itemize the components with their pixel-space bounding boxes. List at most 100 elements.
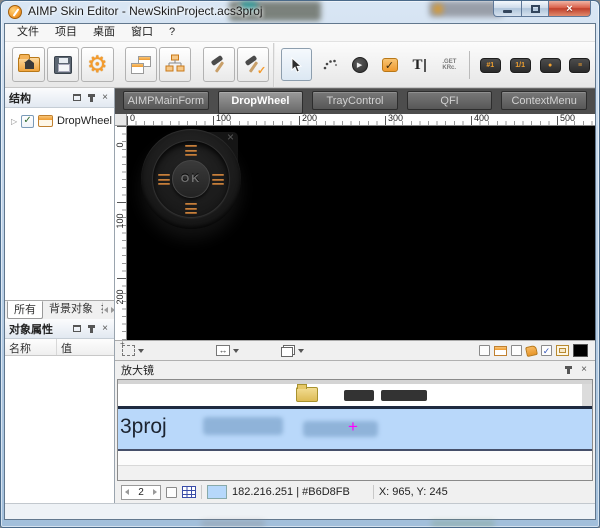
wheel-close-icon[interactable]: × — [227, 130, 234, 144]
tab-scroll-left-icon[interactable] — [104, 307, 108, 313]
close-button[interactable]: × — [549, 1, 591, 17]
build-run-button[interactable]: ✓ — [237, 47, 269, 82]
rotate-tool-button[interactable] — [318, 52, 342, 78]
design-canvas[interactable]: OK × — [127, 126, 595, 340]
settings-button[interactable]: ⚙ — [81, 47, 113, 82]
background-color-swatch[interactable] — [573, 344, 588, 357]
build-button[interactable] — [203, 47, 235, 82]
panel-pin-button[interactable] — [563, 366, 573, 375]
window-overlay-icon — [494, 346, 507, 356]
wheel-marker-down[interactable] — [185, 203, 197, 214]
column-value[interactable]: 值 — [57, 339, 76, 355]
titlebar[interactable]: AIMP Skin Editor - NewSkinProject.acs3pr… — [1, 1, 599, 23]
checkbox-tool-button[interactable]: ✓ — [378, 52, 402, 78]
wheel-ok-button[interactable]: OK — [172, 160, 210, 198]
windows-button[interactable] — [125, 47, 157, 82]
horizontal-ruler-row: 0 100 200 300 400 500 — [115, 114, 595, 126]
dropdown-caret-icon[interactable] — [298, 349, 304, 353]
form-icon — [38, 115, 53, 127]
tab-contextmenu[interactable]: ContextMenu — [501, 91, 587, 110]
ruler-corner — [115, 114, 127, 126]
close-icon: × — [102, 324, 108, 334]
menu-help[interactable]: ? — [161, 24, 183, 41]
tab-all[interactable]: 所有 — [7, 301, 43, 319]
panel-pin-button[interactable] — [86, 93, 96, 102]
tab-scroll-right-icon[interactable] — [111, 307, 114, 313]
zoom-level-spinner[interactable]: 2 — [121, 485, 161, 500]
panel-pin-button[interactable] — [86, 324, 96, 333]
canvas-toolstrip: ↔ ✓ — [115, 340, 595, 360]
magnified-empty-row — [118, 451, 592, 466]
tab-background-objects[interactable]: 背景对象 — [43, 301, 99, 319]
gear-icon: ⚙ — [87, 53, 108, 76]
menu-desktop[interactable]: 桌面 — [85, 24, 123, 41]
menu-window[interactable]: 窗口 — [123, 24, 161, 41]
panel-float-button[interactable] — [72, 324, 82, 333]
properties-column-headers: 名称 值 — [5, 339, 114, 356]
panel-close-button[interactable]: × — [100, 93, 110, 102]
magnified-scrollbar-edge — [582, 384, 592, 406]
grid-checkbox[interactable] — [166, 487, 177, 498]
display-element-button-4[interactable]: ≡ — [568, 52, 592, 78]
tree-item-checkbox[interactable]: ✓ — [21, 115, 34, 128]
ruler-label: 400 — [474, 114, 489, 123]
tab-dropwheel[interactable]: DropWheel — [218, 91, 304, 114]
close-icon: × — [581, 365, 587, 375]
wheel-marker-left[interactable] — [158, 174, 170, 185]
window-title: AIMP Skin Editor - NewSkinProject.acs3pr… — [28, 4, 263, 18]
select-tool-button[interactable] — [281, 48, 312, 81]
preview-tool-button[interactable]: ▶ — [348, 52, 372, 78]
option-checkbox-2[interactable] — [511, 345, 522, 356]
text-tool-button[interactable]: T — [408, 52, 432, 78]
canvas-row: 0 100 200 OK — [115, 126, 595, 340]
ruler-label: 500 — [560, 114, 575, 123]
display-icon-1: #1 — [480, 58, 501, 73]
wheel-marker-right[interactable] — [212, 174, 224, 185]
dropwheel-widget[interactable]: OK × — [141, 129, 241, 229]
grid-icon[interactable] — [182, 486, 196, 498]
option-checkbox-1[interactable] — [479, 345, 490, 356]
text-tool-icon: T — [412, 57, 426, 74]
magnified-text-fragment — [381, 390, 427, 401]
minimize-button[interactable] — [493, 1, 522, 17]
dropdown-caret-icon[interactable] — [138, 349, 144, 353]
selection-mode-split-button[interactable] — [122, 345, 144, 356]
display-element-button-2[interactable]: 1/1 — [508, 52, 532, 78]
status-separator — [201, 485, 202, 499]
wheel-marker-up[interactable] — [185, 145, 197, 156]
magnified-text-fragment — [344, 390, 374, 401]
spinner-up-icon[interactable] — [153, 489, 157, 495]
save-project-button[interactable] — [47, 47, 79, 82]
tab-traycontrol[interactable]: TrayControl — [312, 91, 398, 110]
menu-file[interactable]: 文件 — [9, 24, 47, 41]
dropdown-caret-icon[interactable] — [233, 349, 239, 353]
ruler-label: 100 — [115, 206, 125, 236]
display-element-button-3[interactable]: ● — [538, 52, 562, 78]
close-icon: × — [566, 3, 572, 15]
option-checkbox-3[interactable]: ✓ — [541, 345, 552, 356]
expander-icon[interactable]: ▷ — [11, 117, 17, 126]
magnified-menu-row — [118, 384, 592, 406]
properties-panel-header: 对象属性 × — [5, 319, 114, 339]
open-project-button[interactable] — [12, 47, 44, 82]
size-mode-split-button[interactable]: ↔ — [216, 345, 239, 356]
menu-project[interactable]: 项目 — [47, 24, 85, 41]
display-element-button-1[interactable]: #1 — [478, 52, 502, 78]
column-name[interactable]: 名称 — [5, 339, 57, 355]
pin-icon — [90, 94, 93, 102]
panel-close-button[interactable]: × — [579, 366, 589, 375]
cursor-position-text: X: 965, Y: 245 — [379, 486, 448, 498]
background-window-artifact — [201, 521, 265, 526]
tab-qfi[interactable]: QFI — [407, 91, 493, 110]
maximize-button[interactable] — [522, 1, 549, 17]
spinner-down-icon[interactable] — [125, 489, 129, 495]
tab-controls-truncated[interactable]: 控 — [99, 301, 103, 319]
panel-close-button[interactable]: × — [100, 324, 110, 333]
script-tool-button[interactable]: .GET KRc. — [437, 52, 461, 78]
tree-item-dropwheel[interactable]: ▷ ✓ DropWheel — [7, 112, 112, 130]
forms-icon — [131, 56, 151, 74]
tab-aimpmainform[interactable]: AIMPMainForm — [123, 91, 209, 110]
layers-split-button[interactable] — [281, 345, 304, 357]
panel-float-button[interactable] — [72, 93, 82, 102]
hierarchy-button[interactable] — [159, 47, 191, 82]
